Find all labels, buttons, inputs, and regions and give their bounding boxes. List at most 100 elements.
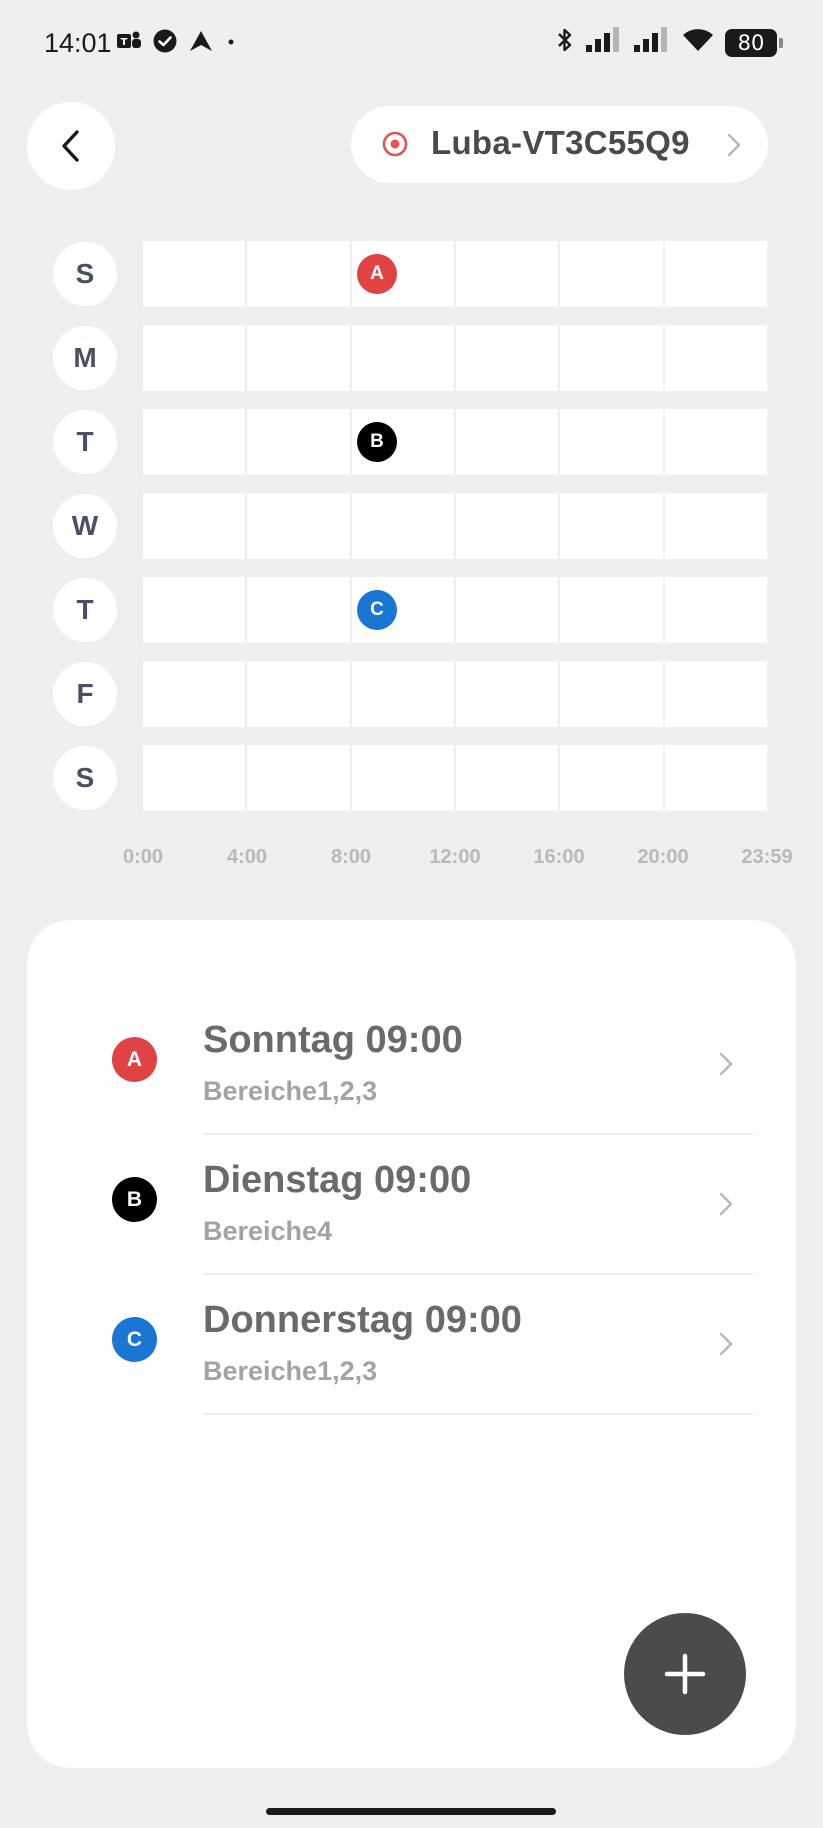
time-slot-cell[interactable] <box>247 325 350 391</box>
schedule-badge: A <box>112 1037 157 1082</box>
time-axis-label: 16:00 <box>533 846 585 868</box>
signal-icon <box>585 26 623 59</box>
time-slot-cell[interactable] <box>560 661 663 727</box>
time-slot-cell[interactable] <box>455 661 559 727</box>
time-slot-cell[interactable] <box>664 325 767 391</box>
time-axis-label: 23:59 <box>741 846 793 868</box>
day-time-cells <box>143 409 767 475</box>
time-slot-cell[interactable] <box>143 493 246 559</box>
list-divider <box>203 1413 753 1415</box>
time-axis-label: 20:00 <box>637 846 689 868</box>
day-label: T <box>53 578 117 642</box>
status-right-icons: 80 <box>555 26 783 59</box>
teams-icon: T <box>116 29 142 58</box>
time-axis-label: 8:00 <box>330 846 372 868</box>
signal-icon <box>633 26 671 59</box>
schedule-badge: B <box>112 1177 157 1222</box>
schedule-list-item[interactable]: A Sonntag 09:00 Bereiche1,2,3 <box>27 995 796 1135</box>
day-time-cells <box>143 745 767 811</box>
add-schedule-button[interactable] <box>624 1613 746 1735</box>
schedule-badge: C <box>112 1317 157 1362</box>
time-axis-label: 4:00 <box>226 846 268 868</box>
chevron-right-icon <box>719 1192 733 1216</box>
time-slot-cell[interactable] <box>247 493 350 559</box>
schedule-zones: Bereiche1,2,3 <box>203 1076 378 1106</box>
day-label: T <box>53 410 117 474</box>
schedule-title: Dienstag 09:00 <box>203 1159 472 1201</box>
chevron-right-icon <box>727 133 741 157</box>
time-slot-cell[interactable] <box>143 241 246 307</box>
check-circle-icon <box>152 28 178 59</box>
schedule-day-row: M <box>0 325 823 391</box>
time-slot-cell[interactable] <box>143 409 246 475</box>
schedule-title: Sonntag 09:00 <box>203 1019 463 1061</box>
arrow-up-icon <box>188 29 214 58</box>
day-time-cells <box>143 325 767 391</box>
bluetooth-icon <box>555 26 575 59</box>
day-label: F <box>53 662 117 726</box>
status-time: 14:01 <box>44 28 112 58</box>
device-name: Luba-VT3C55Q9 <box>431 124 690 161</box>
schedule-day-row: S <box>0 241 823 307</box>
time-slot-cell[interactable] <box>560 325 663 391</box>
schedule-zones: Bereiche1,2,3 <box>203 1356 378 1386</box>
time-slot-cell[interactable] <box>664 493 767 559</box>
time-axis-label: 12:00 <box>429 846 481 868</box>
day-time-cells <box>143 661 767 727</box>
status-bar: 14:01 T 80 <box>0 0 823 90</box>
target-icon <box>382 131 408 157</box>
device-selector[interactable]: Luba-VT3C55Q9 <box>351 106 768 183</box>
time-slot-cell[interactable] <box>351 325 454 391</box>
schedule-day-row: F <box>0 661 823 727</box>
schedule-list-item[interactable]: C Donnerstag 09:00 Bereiche1,2,3 <box>27 1275 796 1415</box>
time-slot-cell[interactable] <box>247 241 350 307</box>
time-slot-cell[interactable] <box>455 325 559 391</box>
status-left-icons: T <box>116 28 238 59</box>
back-button[interactable] <box>27 102 115 190</box>
schedule-marker[interactable]: C <box>357 590 397 630</box>
schedule-day-row: T <box>0 409 823 475</box>
time-slot-cell[interactable] <box>560 745 663 811</box>
chevron-right-icon <box>719 1332 733 1356</box>
time-slot-cell[interactable] <box>560 493 663 559</box>
time-slot-cell[interactable] <box>247 577 350 643</box>
day-label: S <box>53 242 117 306</box>
time-slot-cell[interactable] <box>455 241 559 307</box>
time-slot-cell[interactable] <box>351 745 454 811</box>
time-slot-cell[interactable] <box>455 409 559 475</box>
schedule-list-item[interactable]: B Dienstag 09:00 Bereiche4 <box>27 1135 796 1275</box>
plus-icon <box>664 1653 706 1695</box>
time-slot-cell[interactable] <box>664 409 767 475</box>
time-slot-cell[interactable] <box>143 745 246 811</box>
schedule-day-row: W <box>0 493 823 559</box>
schedule-marker[interactable]: B <box>357 422 397 462</box>
time-slot-cell[interactable] <box>560 577 663 643</box>
time-slot-cell[interactable] <box>455 745 559 811</box>
time-slot-cell[interactable] <box>455 577 559 643</box>
time-slot-cell[interactable] <box>143 661 246 727</box>
time-slot-cell[interactable] <box>664 577 767 643</box>
time-slot-cell[interactable] <box>247 409 350 475</box>
chevron-left-icon <box>62 130 79 162</box>
day-label: W <box>53 494 117 558</box>
time-slot-cell[interactable] <box>351 661 454 727</box>
home-indicator[interactable] <box>266 1808 556 1815</box>
day-time-cells <box>143 241 767 307</box>
time-slot-cell[interactable] <box>143 577 246 643</box>
time-slot-cell[interactable] <box>560 409 663 475</box>
time-slot-cell[interactable] <box>560 241 663 307</box>
day-label: S <box>53 746 117 810</box>
schedule-marker[interactable]: A <box>357 254 397 294</box>
time-axis: 0:00 4:00 8:00 12:00 16:00 20:00 23:59 <box>0 846 823 876</box>
time-slot-cell[interactable] <box>143 325 246 391</box>
time-slot-cell[interactable] <box>664 661 767 727</box>
schedule-zones: Bereiche4 <box>203 1216 333 1246</box>
time-axis-label: 0:00 <box>122 846 164 868</box>
time-slot-cell[interactable] <box>664 745 767 811</box>
time-slot-cell[interactable] <box>455 493 559 559</box>
time-slot-cell[interactable] <box>247 661 350 727</box>
time-slot-cell[interactable] <box>351 493 454 559</box>
time-slot-cell[interactable] <box>664 241 767 307</box>
day-time-cells <box>143 577 767 643</box>
time-slot-cell[interactable] <box>247 745 350 811</box>
